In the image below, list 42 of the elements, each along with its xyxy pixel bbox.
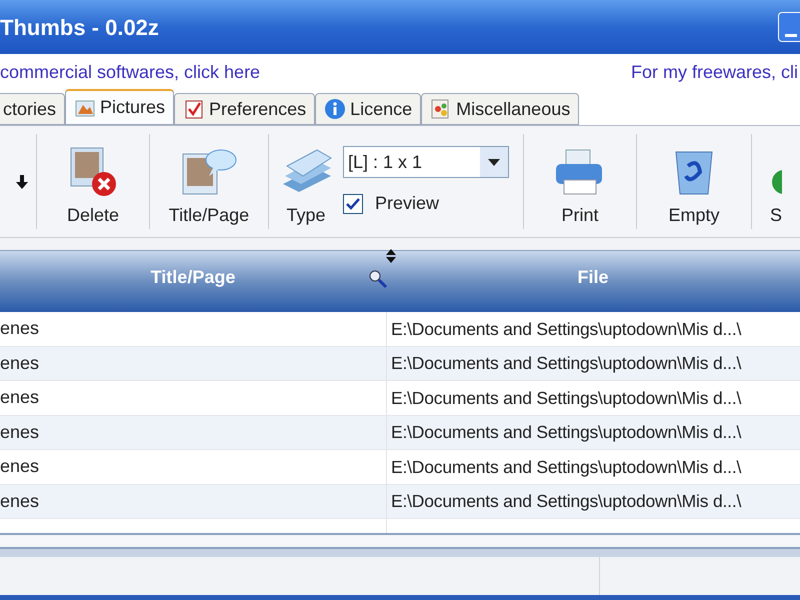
table-cell: E:\Documents and Settings\uptodown\Mis d...\ bbox=[386, 346, 742, 380]
toolbar-button[interactable]: Delete bbox=[37, 126, 149, 237]
tab[interactable]: ctories bbox=[0, 93, 66, 125]
link[interactable]: For my freewares, cli bbox=[630, 58, 800, 86]
tab[interactable]: Preferences bbox=[174, 93, 316, 125]
table-cell: E:\Documents and Settings\uptodown\Mis d...\ bbox=[386, 312, 742, 346]
tab[interactable]: Licence bbox=[315, 93, 422, 125]
layout-dropdown[interactable]: [L] : 1 x 1 bbox=[343, 146, 509, 178]
table-row[interactable]: enes E:\Documents and Settings\uptodown\Mis d...\ bbox=[0, 312, 800, 346]
table-row[interactable]: enes E:\Documents and Settings\uptodown\Mis d...\ bbox=[0, 381, 800, 416]
window-title: Thumbs - 0.02z bbox=[0, 14, 159, 42]
checklist-icon bbox=[183, 98, 206, 120]
table-row[interactable]: enes E:\Documents and Settings\uptodown\Mis d...\ bbox=[0, 416, 800, 450]
table-cell-text: enes bbox=[0, 386, 40, 410]
table-cell: E:\Documents and Settings\uptodown\Mis d...\ bbox=[386, 416, 742, 449]
toolbar-button[interactable]: Print bbox=[524, 126, 636, 237]
toolbar-button[interactable]: S bbox=[752, 126, 800, 237]
dropdown-caret-icon bbox=[488, 158, 500, 166]
down-arrow-icon[interactable] bbox=[16, 174, 28, 188]
table-row[interactable]: enes E:\Documents and Settings\uptodown\Mis d...\ bbox=[0, 484, 800, 519]
toolbar-button[interactable]: Empty bbox=[637, 126, 751, 237]
toolbar-button[interactable]: Title/Page bbox=[150, 126, 268, 237]
table-row[interactable]: enes E:\Documents and Settings\uptodown\Mis d...\ bbox=[0, 346, 800, 381]
table-cell-text: enes bbox=[0, 455, 40, 478]
sort-icon bbox=[386, 249, 396, 263]
table-cell-text: enes bbox=[0, 420, 40, 444]
info-icon bbox=[324, 98, 346, 120]
tab[interactable]: Pictures bbox=[65, 89, 174, 125]
magnifier-icon bbox=[368, 269, 388, 289]
table-cell: E:\Documents and Settings\uptodown\Mis d...\ bbox=[386, 484, 742, 518]
table-cell: E:\Documents and Settings\uptodown\Mis d...\ bbox=[386, 381, 742, 414]
link[interactable]: commercial softwares, click here bbox=[0, 58, 260, 86]
tab[interactable]: Miscellaneous bbox=[421, 93, 580, 125]
table-cell-text: enes bbox=[0, 317, 40, 340]
preview-label: Preview bbox=[375, 192, 440, 215]
table-row[interactable]: enes E:\Documents and Settings\uptodown\Mis d...\ bbox=[0, 450, 800, 484]
minimize-button[interactable] bbox=[778, 12, 800, 42]
toolbar-button[interactable]: Type bbox=[277, 126, 335, 237]
table-cell-text: enes bbox=[0, 352, 40, 375]
table-cell: E:\Documents and Settings\uptodown\Mis d...\ bbox=[386, 450, 742, 484]
table-cell-text: enes bbox=[0, 490, 40, 513]
preview-checkbox[interactable] bbox=[343, 194, 363, 214]
